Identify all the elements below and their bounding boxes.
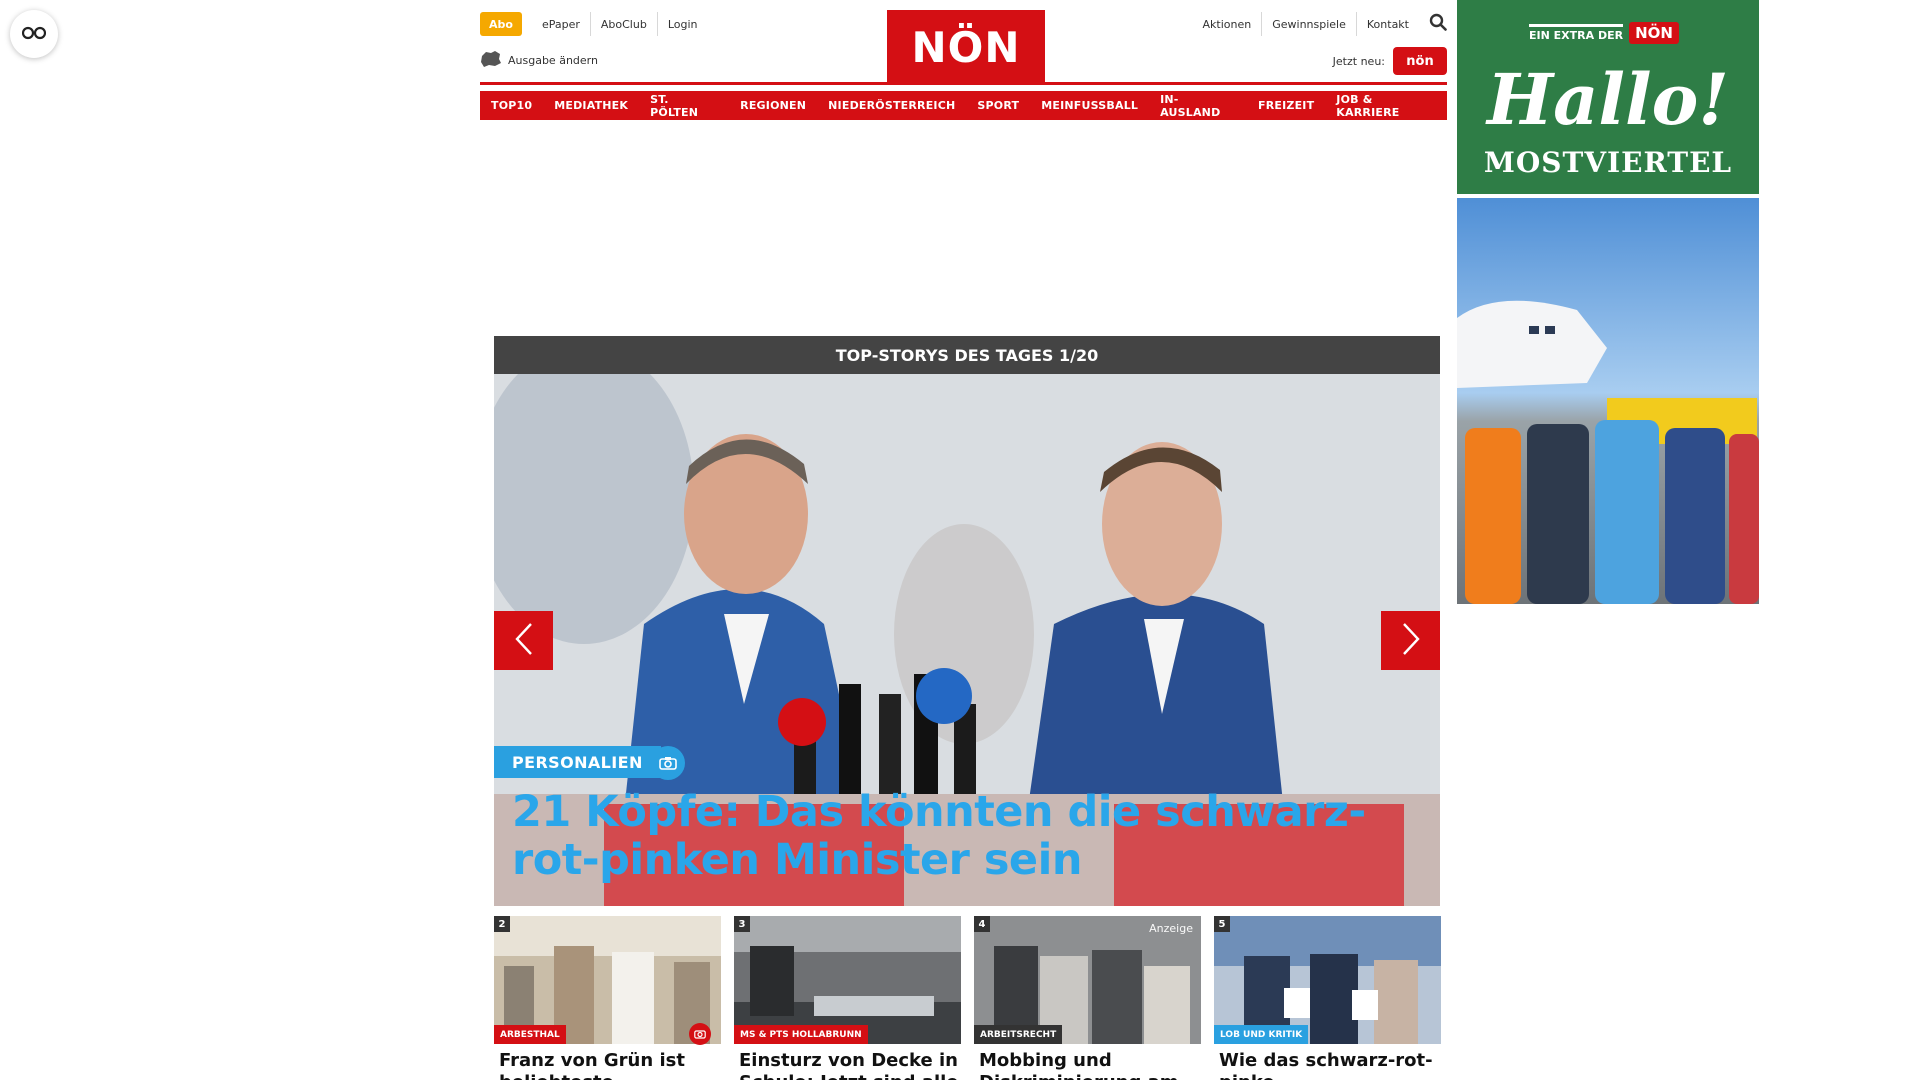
ad-noen-badge: NÖN <box>1629 22 1679 44</box>
story-title[interactable]: Mobbing und Diskriminierung am <box>979 1050 1199 1080</box>
top-links: Abo ePaper AboClub Login <box>480 12 708 36</box>
map-region-icon <box>480 50 508 71</box>
side-ad-banner[interactable]: EIN EXTRA DER NÖN Hallo! MOSTVIERTEL <box>1457 0 1759 194</box>
story-title[interactable]: Wie das schwarz-rot-pinke <box>1219 1050 1439 1080</box>
login-link[interactable]: Login <box>656 12 708 36</box>
story-rank: 3 <box>734 916 750 932</box>
chevron-left-icon <box>514 622 534 660</box>
story-rank: 5 <box>1214 916 1230 932</box>
hero-category-badge[interactable]: PERSONALIEN <box>494 746 661 778</box>
ad-extra-label: EIN EXTRA DER <box>1529 24 1624 42</box>
nav-item-niederoesterreich[interactable]: NIEDERÖSTERREICH <box>817 91 967 120</box>
reader-mode-button[interactable] <box>10 10 58 58</box>
story-category[interactable]: ARBESTHAL <box>494 1025 566 1044</box>
nav-item-st-poelten[interactable]: ST. PÖLTEN <box>639 91 730 120</box>
story-card[interactable]: 5 LOB UND KRITIK Wie das schwarz-rot-pin… <box>1214 916 1441 1080</box>
gewinnspiele-link[interactable]: Gewinnspiele <box>1261 12 1356 36</box>
ad-headline: Hallo! <box>1486 58 1730 141</box>
story-card[interactable]: 4 Anzeige ARBEITSRECHT Mobbing und Diskr… <box>974 916 1201 1080</box>
story-card[interactable]: 3 MS & PTS HOLLABRUNN Einsturz von Decke… <box>734 916 961 1080</box>
chevron-right-icon <box>1401 622 1421 660</box>
carousel-prev-button[interactable] <box>494 611 553 670</box>
jetzt-neu: Jetzt neu: nön <box>1333 47 1447 75</box>
story-title[interactable]: Franz von Grün ist beliebteste <box>499 1050 719 1080</box>
noen-logo[interactable]: NÖN <box>887 10 1045 84</box>
aboclub-link[interactable]: AboClub <box>589 12 657 36</box>
nav-item-meinfussball[interactable]: MEINFUSSBALL <box>1030 91 1150 120</box>
kontakt-link[interactable]: Kontakt <box>1355 12 1419 36</box>
ad-extra-row: EIN EXTRA DER NÖN <box>1529 22 1679 44</box>
nav-item-top10[interactable]: TOP10 <box>480 91 544 120</box>
anzeige-label: Anzeige <box>1149 922 1193 935</box>
side-ad-photo[interactable] <box>1457 198 1759 604</box>
main-nav: TOP10 MEDIATHEK ST. PÖLTEN REGIONEN NIED… <box>480 91 1447 120</box>
search-icon[interactable] <box>1429 13 1447 35</box>
aktionen-link[interactable]: Aktionen <box>1193 12 1262 36</box>
ausgabe-label: Ausgabe ändern <box>508 54 598 67</box>
nav-item-regionen[interactable]: REGIONEN <box>729 91 818 120</box>
story-category[interactable]: ARBEITSRECHT <box>974 1025 1063 1044</box>
nav-item-job-karriere[interactable]: JOB & KARRIERE <box>1325 91 1447 120</box>
jetzt-neu-badge[interactable]: nön <box>1393 47 1447 75</box>
nav-item-freizeit[interactable]: FREIZEIT <box>1247 91 1326 120</box>
ad-region: MOSTVIERTEL <box>1483 146 1733 179</box>
story-title[interactable]: Einsturz von Decke in Schule: Jetzt sind… <box>739 1050 959 1080</box>
right-links: Aktionen Gewinnspiele Kontakt <box>1193 12 1447 36</box>
story-card[interactable]: 2 ARBESTHAL Franz von Grün ist beliebtes… <box>494 916 721 1080</box>
site-header: Abo ePaper AboClub Login Ausgabe ändern … <box>480 0 1447 86</box>
nav-item-in-ausland[interactable]: IN-AUSLAND <box>1149 91 1248 120</box>
header-divider <box>480 82 1447 85</box>
camera-icon <box>651 746 685 780</box>
nav-item-sport[interactable]: SPORT <box>966 91 1031 120</box>
story-category[interactable]: LOB UND KRITIK <box>1214 1025 1309 1044</box>
hero-headline[interactable]: 21 Köpfe: Das könnten die schwarz-rot-pi… <box>512 788 1392 884</box>
story-rank: 2 <box>494 916 510 932</box>
glasses-icon <box>21 25 47 44</box>
hero-story[interactable]: PERSONALIEN 21 Köpfe: Das könnten die sc… <box>494 374 1440 906</box>
top-stories-header: TOP-STORYS DES TAGES 1/20 <box>494 336 1440 374</box>
epaper-link[interactable]: ePaper <box>532 12 590 36</box>
carousel-next-button[interactable] <box>1381 611 1440 670</box>
ausgabe-aendern-link[interactable]: Ausgabe ändern <box>480 50 598 71</box>
abo-button[interactable]: Abo <box>480 12 522 36</box>
jetzt-neu-label: Jetzt neu: <box>1332 54 1385 68</box>
story-category[interactable]: MS & PTS HOLLABRUNN <box>734 1025 868 1044</box>
camera-icon <box>689 1023 711 1045</box>
nav-item-mediathek[interactable]: MEDIATHEK <box>543 91 640 120</box>
story-rank: 4 <box>974 916 990 932</box>
